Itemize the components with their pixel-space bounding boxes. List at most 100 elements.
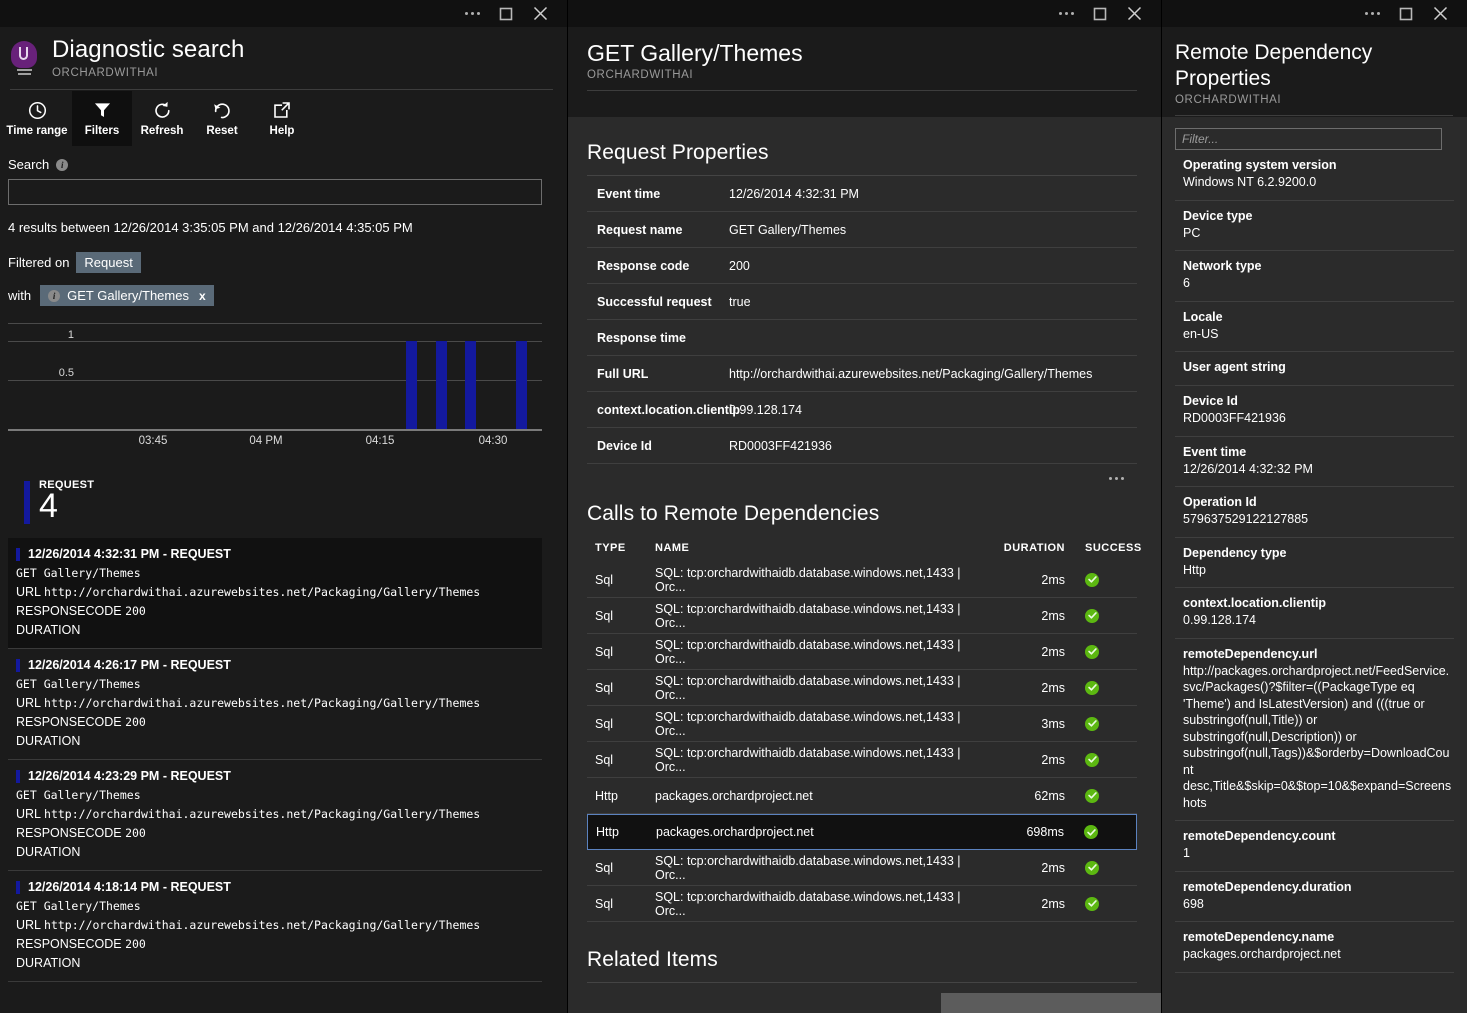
more-options-icon[interactable] (1049, 0, 1083, 27)
horizontal-scrollbar[interactable] (568, 993, 1161, 1013)
toolbar-button-help[interactable]: Help (252, 91, 312, 146)
property-key: remoteDependency.count (1183, 829, 1336, 843)
result-url: URL http://orchardwithai.azurewebsites.n… (16, 696, 481, 710)
info-icon[interactable]: i (56, 158, 69, 171)
filter-chip-request-name[interactable]: i GET Gallery/Themes x (40, 285, 214, 306)
toolbar-button-time-range[interactable]: Time range (2, 91, 72, 146)
toolbar-button-filters[interactable]: Filters (72, 91, 132, 146)
table-row[interactable]: Sql SQL: tcp:orchardwithaidb.database.wi… (587, 850, 1137, 886)
table-row[interactable]: Sql SQL: tcp:orchardwithaidb.database.wi… (587, 670, 1137, 706)
chart-gridline (8, 341, 542, 342)
table-row[interactable]: Sql SQL: tcp:orchardwithaidb.database.wi… (587, 634, 1137, 670)
info-icon[interactable]: i (48, 289, 61, 302)
property-key: Successful request (597, 294, 712, 309)
list-item[interactable]: 12/26/2014 4:26:17 PM - REQUEST GET Gall… (8, 649, 542, 760)
property-key: remoteDependency.url (1183, 646, 1318, 661)
result-response-code: RESPONSECODE 200 (16, 715, 146, 729)
filter-chip-request[interactable]: Request (76, 252, 141, 273)
dependency-name: SQL: tcp:orchardwithaidb.database.window… (655, 889, 961, 918)
success-check-icon (1085, 860, 1099, 875)
property-key: context.location.clientip (597, 402, 741, 417)
property-key: context.location.clientip (1183, 596, 1327, 610)
table-row[interactable]: Sql SQL: tcp:orchardwithaidb.database.wi… (587, 886, 1137, 922)
more-options-icon[interactable] (1355, 0, 1389, 27)
table-row: context.location.clientip 0.99.128.174 (587, 392, 1137, 428)
request-count-summary: REQUEST 4 (8, 479, 553, 524)
result-name: GET Gallery/Themes (16, 677, 141, 691)
toolbar-button-refresh[interactable]: Refresh (132, 91, 192, 146)
maximize-icon[interactable] (1389, 0, 1423, 27)
property-item: Dependency type Http (1175, 538, 1454, 588)
dependency-type: Sql (595, 752, 614, 767)
section-divider (587, 982, 1137, 983)
dependency-duration: 2ms (1041, 860, 1065, 875)
table-row-selected[interactable]: Http packages.orchardproject.net 698ms (587, 814, 1137, 850)
middle-window-chrome (568, 0, 1161, 27)
show-more-properties-button[interactable] (587, 464, 1137, 492)
request-count-value: 4 (39, 487, 58, 525)
column-header-success: SUCCESS (1085, 542, 1142, 554)
refresh-icon (153, 100, 172, 120)
table-row[interactable]: Sql SQL: tcp:orchardwithaidb.database.wi… (587, 706, 1137, 742)
property-item: remoteDependency.url http://packages.orc… (1175, 639, 1454, 821)
maximize-icon[interactable] (489, 0, 523, 27)
dependency-duration: 2ms (1041, 752, 1065, 767)
dependency-duration: 2ms (1041, 680, 1065, 695)
table-row[interactable]: Http packages.orchardproject.net 62ms (587, 778, 1137, 814)
table-row: Response code 200 (587, 248, 1137, 284)
header-divider (10, 89, 553, 90)
more-options-icon[interactable] (455, 0, 489, 27)
success-check-icon (1085, 572, 1099, 587)
list-item[interactable]: 12/26/2014 4:32:31 PM - REQUEST GET Gall… (8, 538, 542, 649)
list-item[interactable]: 12/26/2014 4:23:29 PM - REQUEST GET Gall… (8, 760, 542, 871)
close-icon[interactable] (523, 0, 557, 27)
left-window-chrome (0, 0, 567, 27)
property-key: Request name (597, 222, 683, 237)
chart-gridline (8, 323, 542, 324)
dependency-duration: 3ms (1041, 716, 1065, 731)
success-check-icon (1085, 644, 1099, 659)
table-row[interactable]: Sql SQL: tcp:orchardwithaidb.database.wi… (587, 562, 1137, 598)
page-title: Remote Dependency Properties (1175, 41, 1373, 90)
dependency-duration: 698ms (1026, 825, 1064, 839)
column-header-duration: DURATION (1003, 542, 1065, 554)
toolbar-button-reset[interactable]: Reset (192, 91, 252, 146)
search-label-row: Search i (8, 157, 553, 172)
page-subtitle: ORCHARDWITHAI (587, 69, 694, 81)
result-type-swatch (16, 880, 20, 894)
request-details-panel: GET Gallery/Themes ORCHARDWITHAI Request… (568, 0, 1162, 1013)
remote-dependency-properties-panel: Remote Dependency Properties ORCHARDWITH… (1162, 0, 1467, 1013)
dependency-type: Sql (595, 716, 614, 731)
dependency-type: Sql (595, 644, 614, 659)
property-key: Device Id (597, 438, 652, 453)
table-row[interactable]: Sql SQL: tcp:orchardwithaidb.database.wi… (587, 598, 1137, 634)
chart-xaxis-spacer (8, 431, 542, 453)
page-subtitle: ORCHARDWITHAI (52, 67, 159, 79)
close-icon[interactable] (1423, 0, 1457, 27)
property-key: Network type (1183, 259, 1262, 273)
dependency-type: Sql (595, 896, 614, 911)
list-item[interactable]: 12/26/2014 4:18:14 PM - REQUEST GET Gall… (8, 871, 542, 982)
property-key: Response time (597, 330, 686, 345)
close-icon[interactable] (1117, 0, 1151, 27)
left-panel-body: Search i 4 results between 12/26/2014 3:… (0, 146, 567, 1013)
property-value: Windows NT 6.2.9200.0 (1183, 175, 1317, 189)
result-timestamp: 12/26/2014 4:23:29 PM - REQUEST (28, 769, 231, 783)
filter-input[interactable] (1175, 128, 1442, 150)
dependency-duration: 2ms (1041, 896, 1065, 911)
property-key: Operation Id (1183, 495, 1257, 509)
property-value: 12/26/2014 4:32:31 PM (729, 186, 859, 201)
table-row[interactable]: Sql SQL: tcp:orchardwithaidb.database.wi… (587, 742, 1137, 778)
success-check-icon (1084, 825, 1098, 839)
property-key: User agent string (1183, 360, 1286, 374)
property-value: RD0003FF421936 (1183, 411, 1286, 425)
property-value: http://orchardwithai.azurewebsites.net/P… (729, 366, 1093, 381)
dependency-type: Sql (595, 572, 614, 587)
property-item: remoteDependency.duration 698 (1175, 872, 1454, 922)
chart-ytick-0: 0.5 (58, 367, 74, 379)
scrollbar-thumb[interactable] (941, 993, 1161, 1013)
search-input[interactable] (8, 179, 542, 205)
maximize-icon[interactable] (1083, 0, 1117, 27)
close-icon[interactable]: x (199, 289, 206, 303)
table-row: Device Id RD0003FF421936 (587, 428, 1137, 464)
